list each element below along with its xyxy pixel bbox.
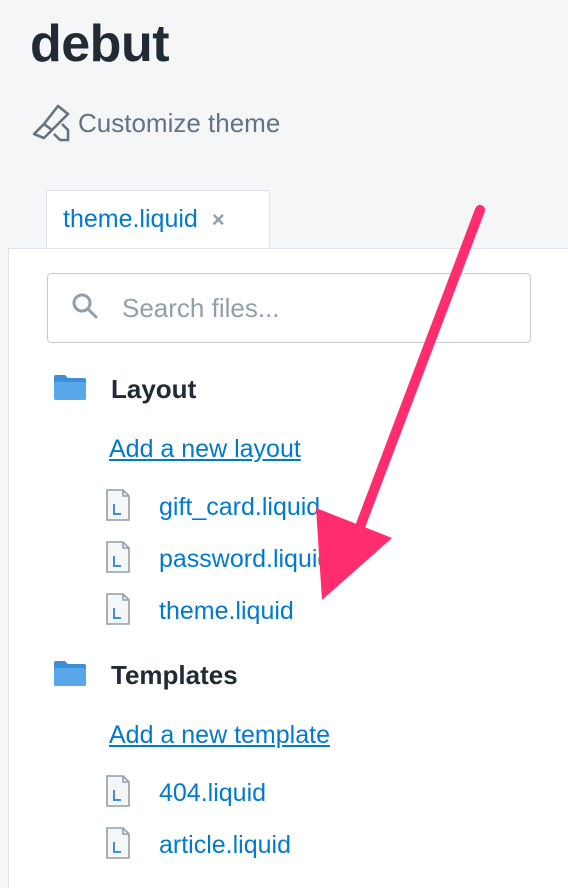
file-item[interactable]: article.liquid bbox=[105, 825, 291, 865]
liquid-file-icon bbox=[105, 488, 131, 527]
close-icon[interactable]: × bbox=[212, 207, 225, 233]
tab-theme-liquid[interactable]: theme.liquid × bbox=[46, 190, 270, 248]
section-header-layout: Layout bbox=[53, 369, 196, 409]
file-name: gift_card.liquid bbox=[159, 492, 321, 521]
file-name: password.liquid bbox=[159, 544, 332, 573]
add-new-template-link[interactable]: Add a new template bbox=[109, 721, 330, 750]
file-item[interactable]: theme.liquid bbox=[105, 591, 294, 631]
file-name: theme.liquid bbox=[159, 596, 294, 625]
brush-icon bbox=[30, 100, 72, 147]
theme-title: debut bbox=[30, 15, 170, 73]
file-item[interactable]: 404.liquid bbox=[105, 773, 266, 813]
tab-label: theme.liquid bbox=[63, 205, 198, 233]
file-name: 404.liquid bbox=[159, 778, 267, 807]
folder-icon bbox=[53, 373, 87, 406]
file-item[interactable]: gift_card.liquid bbox=[105, 487, 320, 527]
section-header-templates: Templates bbox=[53, 655, 238, 695]
section-title: Layout bbox=[111, 373, 197, 404]
liquid-file-icon bbox=[105, 540, 131, 579]
folder-icon bbox=[53, 659, 87, 692]
liquid-file-icon bbox=[105, 826, 131, 865]
search-files-input[interactable] bbox=[120, 291, 504, 325]
add-new-layout-link[interactable]: Add a new layout bbox=[109, 435, 301, 464]
customize-theme-button[interactable]: Customize theme bbox=[30, 102, 280, 144]
file-item[interactable]: password.liquid bbox=[105, 539, 331, 579]
search-box bbox=[47, 273, 531, 343]
customize-theme-label: Customize theme bbox=[78, 107, 281, 138]
liquid-file-icon bbox=[105, 592, 131, 631]
search-icon bbox=[48, 291, 100, 326]
section-title: Templates bbox=[111, 659, 238, 690]
file-browser-panel: Layout Add a new layout gift_card.liquid… bbox=[8, 248, 568, 888]
file-name: article.liquid bbox=[159, 830, 292, 859]
liquid-file-icon bbox=[105, 774, 131, 813]
